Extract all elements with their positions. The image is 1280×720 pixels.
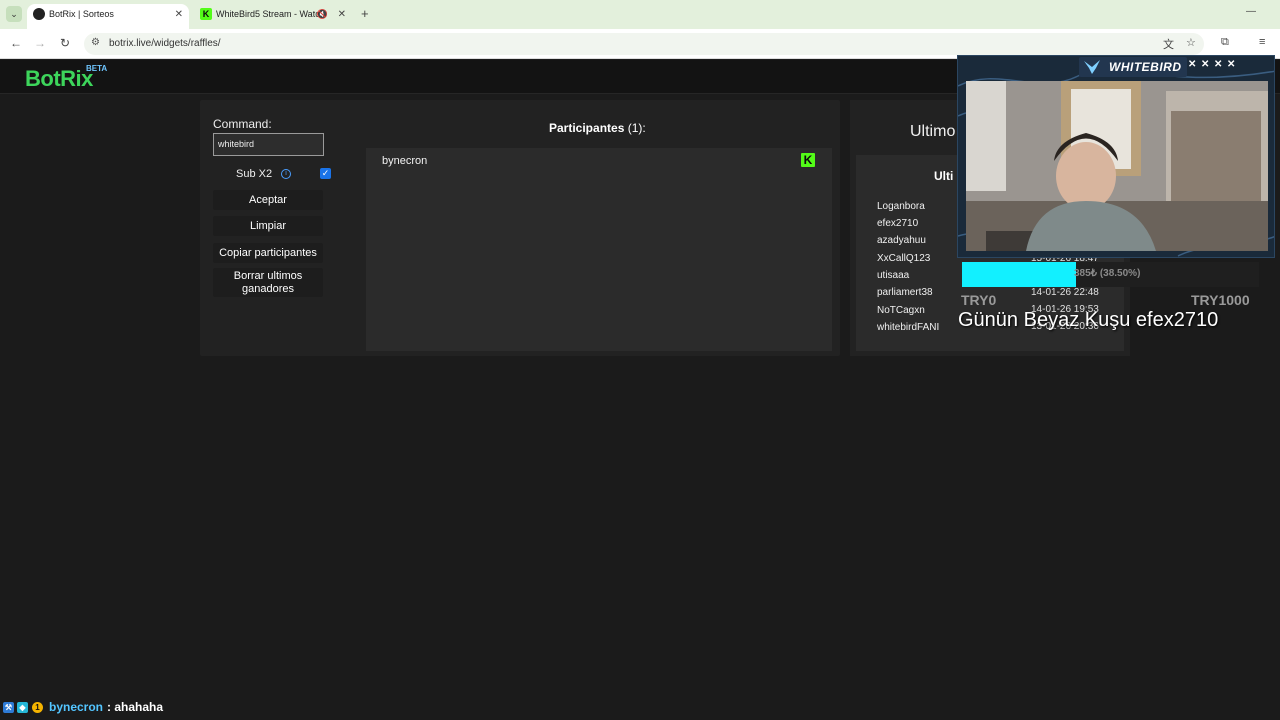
beta-badge: BETA — [86, 64, 108, 73]
winner-name: whitebirdFANI — [877, 322, 940, 333]
participants-heading: Participantes (1): — [549, 121, 646, 135]
goal-max-label: TRY1000 — [1191, 292, 1250, 308]
participants-list: bynecron K — [366, 148, 832, 351]
translate-icon[interactable]: 文 — [1163, 36, 1174, 52]
botrix-logo[interactable]: BotRix — [25, 66, 93, 92]
back-icon[interactable]: ← — [10, 36, 22, 50]
botrix-favicon-icon — [33, 8, 45, 20]
goal-title: Günün Beyaz Kuşu efex2710 — [958, 309, 1219, 331]
winners-title: Ultimo — [910, 123, 956, 140]
goal-progress-text: 385₺ (38.50%) — [1074, 268, 1141, 279]
accept-button[interactable]: Aceptar — [213, 190, 323, 210]
sub-badge-icon: ◆ — [17, 702, 28, 713]
delete-winners-button[interactable]: Borrar ultimos ganadores — [213, 268, 323, 297]
chat-username[interactable]: bynecron — [49, 700, 103, 714]
bird-logo-icon — [1084, 60, 1100, 74]
kick-favicon-icon: K — [200, 8, 212, 20]
winners-subtitle: Ulti — [934, 169, 954, 183]
participant-name: bynecron — [382, 155, 428, 167]
clear-button[interactable]: Limpiar — [213, 216, 323, 236]
browser-tab-bar: ⌄ BotRix | Sorteos ✕ K WhiteBird5 Stream… — [0, 0, 1280, 29]
kick-logo-icon: K — [801, 153, 815, 167]
winner-name: azadyahuu — [877, 235, 926, 246]
winner-name: parliamert38 — [877, 287, 933, 298]
info-icon[interactable]: i — [281, 169, 291, 179]
goal-min-label: TRY0 — [961, 292, 997, 308]
sub-x2-checkbox[interactable]: ✓ — [320, 168, 331, 179]
site-info-icon[interactable]: ⚙ — [91, 37, 100, 48]
extensions-icon[interactable]: ⧉ — [1221, 36, 1229, 49]
webcam-overlay: WHITEBIRD ✕ ✕ ✕ ✕ — [957, 55, 1275, 258]
winner-name: NoTCagxn — [877, 305, 925, 316]
gifter-badge-icon: 1 — [32, 702, 43, 713]
minimize-icon[interactable]: — — [1246, 6, 1256, 17]
tab-title: BotRix | Sorteos — [49, 9, 114, 19]
new-tab-icon[interactable]: + — [361, 6, 369, 21]
url-text: botrix.live/widgets/raffles/ — [109, 38, 221, 49]
decor-x-icon: ✕ — [1188, 59, 1197, 70]
winner-name: Loganbora — [877, 201, 925, 212]
goal-progress-fill — [962, 262, 1077, 287]
tab-botrix[interactable]: BotRix | Sorteos ✕ — [27, 4, 189, 29]
webcam-scene — [966, 81, 1268, 251]
address-bar[interactable]: ⚙ botrix.live/widgets/raffles/ — [84, 33, 1204, 55]
tab-kick-stream[interactable]: K WhiteBird5 Stream - Watch 🔇 ✕ — [194, 4, 352, 29]
forward-icon[interactable]: → — [34, 36, 46, 50]
verified-badge-icon: ⚒ — [3, 702, 14, 713]
close-tab-icon[interactable]: ✕ — [338, 4, 346, 25]
tab-search-icon[interactable]: ⌄ — [6, 6, 22, 22]
copy-participants-button[interactable]: Copiar participantes — [213, 243, 323, 263]
winner-name: efex2710 — [877, 218, 919, 229]
winner-name: XxCallQ123 — [877, 253, 931, 264]
brand-name: WHITEBIRD — [1109, 60, 1182, 74]
webcam-video — [966, 81, 1268, 251]
command-label: Command: — [213, 117, 272, 131]
sub-x2-label: Sub X2 — [236, 168, 273, 180]
tab-title: WhiteBird5 Stream - Watch — [216, 9, 325, 19]
decor-x-icon: ✕ — [1214, 59, 1223, 70]
decor-x-icon: ✕ — [1201, 59, 1210, 70]
whitebird-brand: WHITEBIRD — [1079, 57, 1187, 77]
winner-date: 14-01-26 22:48 — [1031, 287, 1099, 298]
participants-title: Participantes — [549, 121, 625, 135]
chat-text: : ahahaha — [107, 700, 164, 714]
participants-count: (1): — [627, 121, 646, 135]
close-tab-icon[interactable]: ✕ — [175, 4, 183, 25]
winner-name: utisaaa — [877, 270, 910, 281]
bookmark-star-icon[interactable]: ☆ — [1186, 36, 1196, 49]
mute-icon[interactable]: 🔇 — [317, 4, 328, 25]
command-input[interactable]: whitebird — [213, 133, 324, 156]
reload-icon[interactable]: ↻ — [60, 36, 70, 50]
menu-icon[interactable]: ≡ — [1259, 36, 1265, 48]
decor-x-icon: ✕ — [1227, 59, 1236, 70]
